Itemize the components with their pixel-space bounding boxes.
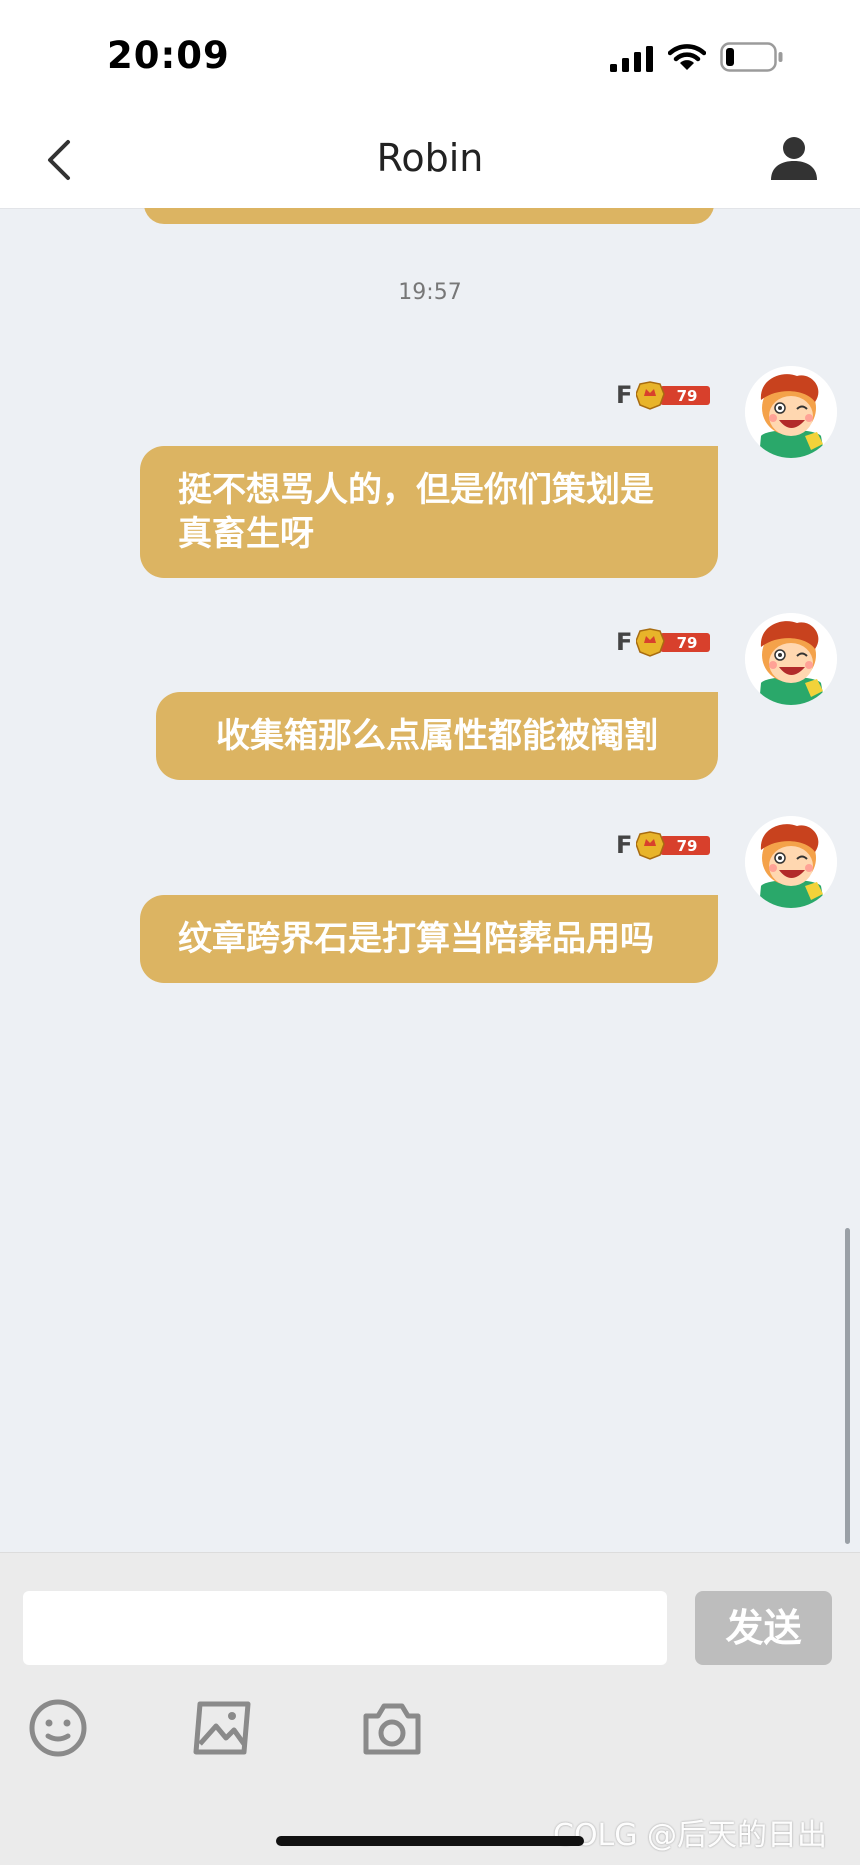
avatar[interactable]: [745, 816, 837, 908]
sender-meta: F 79: [616, 830, 712, 860]
wifi-icon: [668, 44, 706, 70]
sender-level: F: [616, 831, 633, 859]
monkey-avatar-icon: [745, 613, 837, 705]
image-picker-icon[interactable]: [192, 1698, 256, 1758]
badge-level-text: 79: [677, 387, 698, 405]
message-timestamp: 19:57: [398, 280, 462, 305]
sender-meta: F 79: [616, 380, 712, 410]
send-button[interactable]: 发送: [695, 1591, 832, 1665]
cellular-signal-icon: [610, 46, 653, 72]
battery-icon: [720, 42, 783, 72]
avatar[interactable]: [745, 613, 837, 705]
badge-level-text: 79: [677, 634, 698, 652]
watermark: COLG @后天的日出: [553, 1818, 828, 1853]
monkey-avatar-icon: [745, 366, 837, 458]
level-badge-icon: 79: [636, 628, 711, 657]
status-time: 20:09: [107, 34, 230, 77]
message-bubble[interactable]: 纹章跨界石是打算当陪葬品用吗: [140, 895, 718, 983]
badge-level-text: 79: [677, 837, 698, 855]
message-bubble[interactable]: 挺不想骂人的，但是你们策划是真畜生呀: [140, 446, 718, 578]
nav-bar: Robin: [0, 112, 860, 209]
level-badge-icon: 79: [636, 381, 711, 410]
chat-message-list[interactable]: 19:57 F 79 挺不想骂人的，但是你们策划是真畜生呀 F 79 收集箱那么…: [0, 208, 860, 1552]
previous-message-bubble: [144, 208, 714, 224]
sender-level: F: [616, 381, 633, 409]
emoji-icon[interactable]: [28, 1698, 88, 1758]
home-indicator[interactable]: [276, 1836, 584, 1846]
status-bar: 20:09: [0, 0, 860, 112]
scrollbar[interactable]: [845, 1228, 850, 1544]
message-bubble[interactable]: 收集箱那么点属性都能被阉割: [156, 692, 718, 780]
level-badge-icon: 79: [636, 831, 711, 860]
sender-meta: F 79: [616, 627, 712, 657]
chat-title: Robin: [376, 136, 484, 180]
monkey-avatar-icon: [745, 816, 837, 908]
avatar[interactable]: [745, 366, 837, 458]
sender-level: F: [616, 628, 633, 656]
message-input[interactable]: [23, 1591, 667, 1665]
user-profile-icon[interactable]: [770, 134, 818, 182]
camera-icon[interactable]: [360, 1698, 424, 1758]
